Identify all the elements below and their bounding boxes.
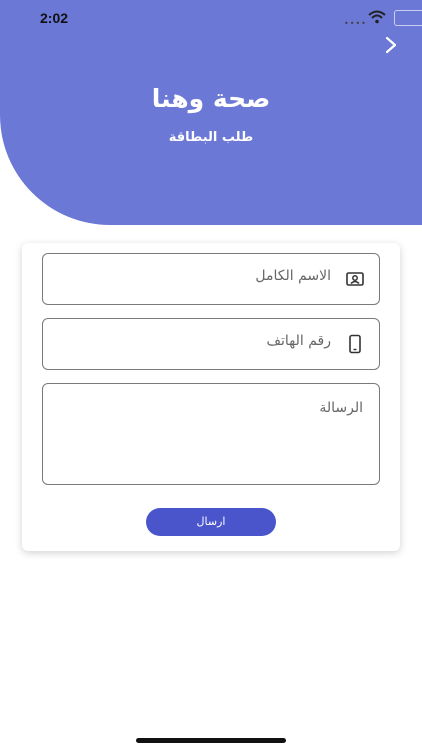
full-name-placeholder: الاسم الكامل (255, 268, 331, 284)
status-indicators: •••• (322, 8, 422, 28)
status-time: 2:02 (40, 10, 69, 26)
page-subtitle: طلب البطاقة (168, 130, 254, 145)
phone-icon (349, 334, 361, 354)
full-name-field[interactable]: الاسم الكامل (42, 253, 380, 305)
phone-field[interactable]: رقم الهاتف (42, 318, 380, 370)
message-placeholder: الرسالة (319, 400, 363, 416)
battery-icon (394, 10, 422, 26)
signal-icon: •••• (344, 19, 367, 28)
home-indicator[interactable] (136, 738, 286, 743)
submit-button[interactable]: ارسال (146, 508, 276, 536)
request-card: الاسم الكامل رقم الهاتف الرسالة ارسال (22, 243, 400, 551)
chevron-right-icon[interactable] (382, 36, 400, 54)
wifi-icon (368, 10, 386, 24)
phone-placeholder: رقم الهاتف (266, 333, 331, 349)
message-field[interactable]: الرسالة (42, 383, 380, 485)
contact-card-icon (346, 272, 364, 286)
page-title: صحة وهنا (151, 84, 271, 113)
